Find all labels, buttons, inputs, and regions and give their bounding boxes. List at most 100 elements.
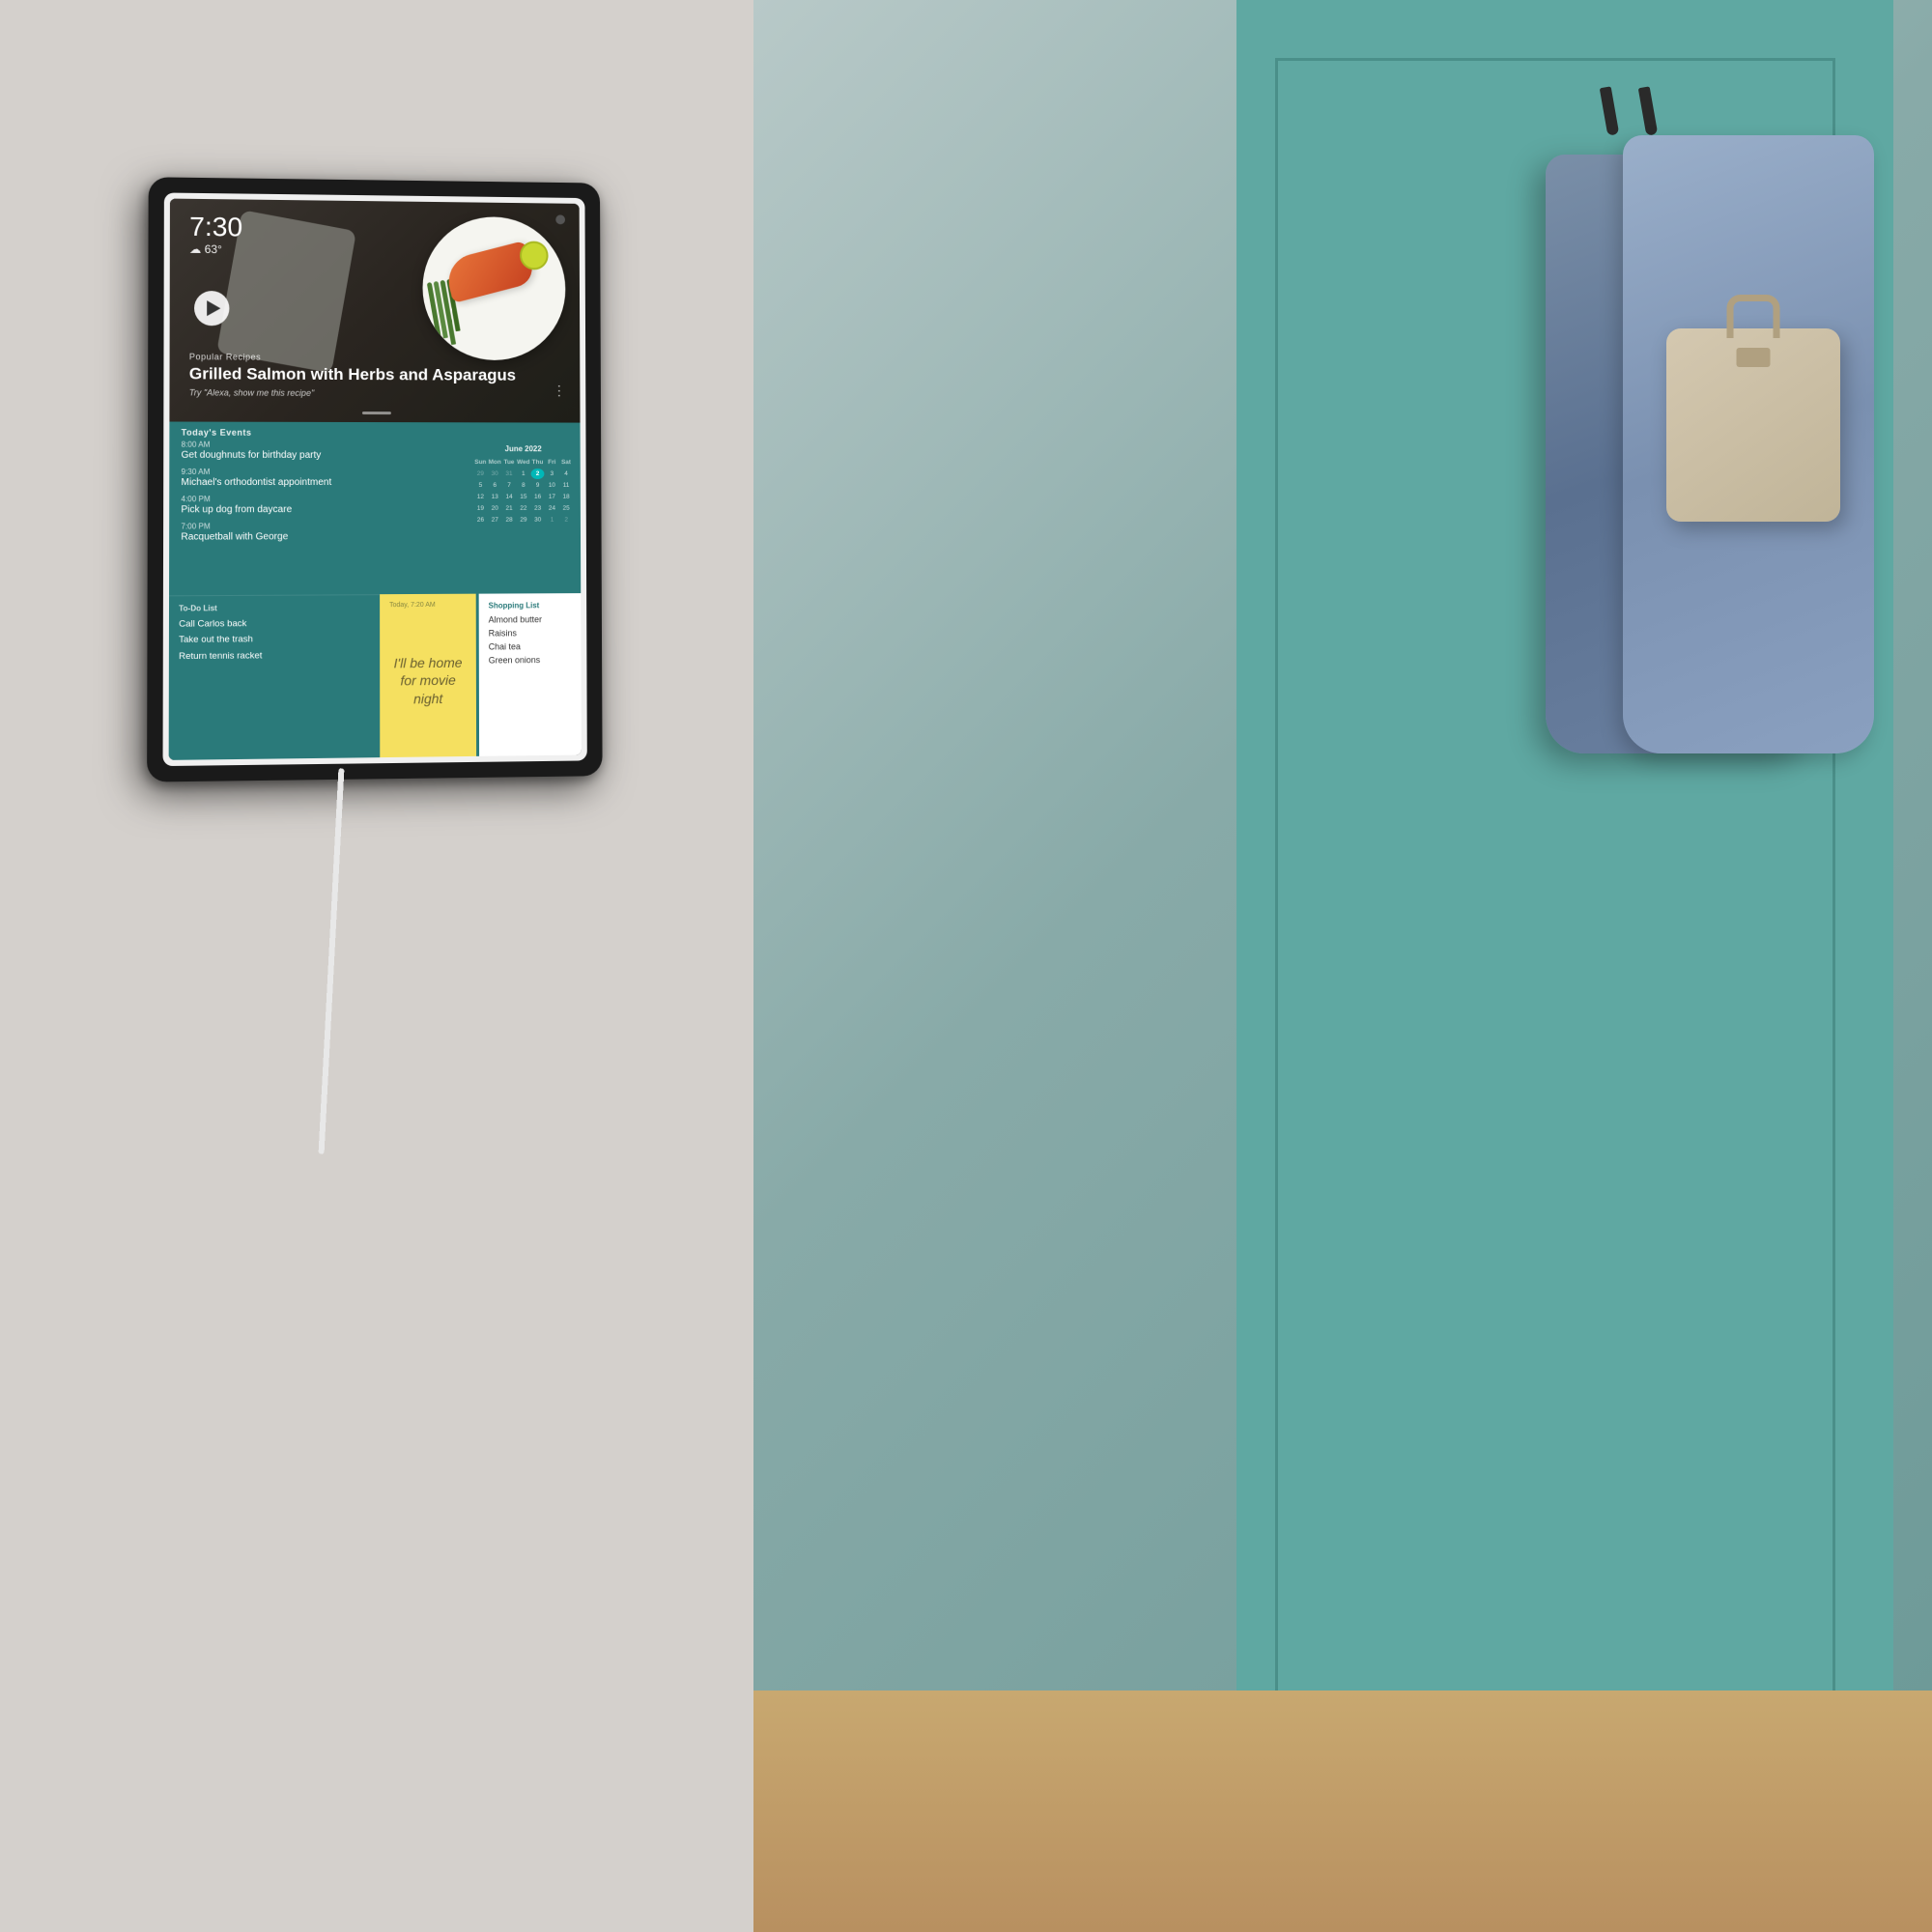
cal-day-30[interactable]: 30 xyxy=(531,515,545,526)
recipe-title: Grilled Salmon with Herbs and Asparagus xyxy=(189,364,516,385)
cal-day-5[interactable]: 5 xyxy=(473,480,487,491)
cal-header-sun: Sun xyxy=(473,457,487,468)
cal-header-wed: Wed xyxy=(517,457,530,468)
bag xyxy=(1666,328,1840,522)
note-timestamp: Today, 7:20 AM xyxy=(389,602,467,609)
cal-day-12[interactable]: 12 xyxy=(473,492,487,502)
event-item-2[interactable]: 9:30 AM Michael's orthodontist appointme… xyxy=(181,468,454,489)
event-time-4: 7:00 PM xyxy=(181,522,454,531)
cal-day-27[interactable]: 27 xyxy=(488,515,501,526)
floor xyxy=(753,1690,1932,1932)
calendar-month-label: June 2022 xyxy=(473,444,572,453)
cal-day-4[interactable]: 4 xyxy=(559,469,573,479)
play-icon xyxy=(207,300,220,316)
cal-day-29prev: 29 xyxy=(473,469,487,479)
cal-day-31prev: 31 xyxy=(502,469,516,479)
cal-day-15[interactable]: 15 xyxy=(517,492,530,502)
cal-day-13[interactable]: 13 xyxy=(488,492,501,502)
camera-indicator xyxy=(555,214,565,224)
event-name-2: Michael's orthodontist appointment xyxy=(181,477,454,489)
shopping-item-2[interactable]: Raisins xyxy=(489,628,572,639)
calendar-grid: Sun Mon Tue Wed Thu Fri Sat 29 30 xyxy=(473,457,573,526)
event-time-1: 8:00 AM xyxy=(182,440,455,449)
echo-show-device: 7:30 ☁ 63° Popular Recipes xyxy=(147,177,603,781)
cal-day-1next: 1 xyxy=(546,515,559,526)
events-content: 8:00 AM Get doughnuts for birthday party… xyxy=(169,440,581,596)
cal-day-25[interactable]: 25 xyxy=(559,503,573,514)
cal-day-14[interactable]: 14 xyxy=(502,492,516,502)
cal-day-2next: 2 xyxy=(559,515,573,526)
cal-header-mon: Mon xyxy=(488,457,501,468)
cal-day-22[interactable]: 22 xyxy=(517,503,530,514)
device-screen: 7:30 ☁ 63° Popular Recipes xyxy=(169,199,582,760)
event-time-3: 4:00 PM xyxy=(181,495,454,503)
shopping-list-widget[interactable]: Shopping List Almond butter Raisins Chai… xyxy=(476,593,582,756)
device-frame: 7:30 ☁ 63° Popular Recipes xyxy=(147,177,603,781)
wall-right xyxy=(753,0,1932,1932)
todo-widget[interactable]: To-Do List Call Carlos back Take out the… xyxy=(169,594,381,760)
cal-day-19[interactable]: 19 xyxy=(473,503,487,514)
events-section: Today's Events 8:00 AM Get doughnuts for… xyxy=(169,422,581,596)
cal-day-28[interactable]: 28 xyxy=(502,515,516,526)
play-button[interactable] xyxy=(194,291,229,326)
cal-day-17[interactable]: 17 xyxy=(545,492,558,502)
todo-item-2[interactable]: Take out the trash xyxy=(179,634,370,646)
cal-day-20[interactable]: 20 xyxy=(488,503,501,514)
event-item-3[interactable]: 4:00 PM Pick up dog from daycare xyxy=(181,495,454,516)
recipe-category: Popular Recipes xyxy=(189,352,516,363)
cal-day-18[interactable]: 18 xyxy=(559,492,573,502)
door-panel xyxy=(1236,0,1893,1932)
cal-header-thu: Thu xyxy=(531,457,545,468)
cal-day-8[interactable]: 8 xyxy=(517,480,530,491)
events-section-header: Today's Events xyxy=(169,422,580,441)
todo-widget-title: To-Do List xyxy=(179,603,370,612)
cal-day-24[interactable]: 24 xyxy=(546,503,559,514)
recipe-hero-section: 7:30 ☁ 63° Popular Recipes xyxy=(169,199,580,423)
mini-calendar: June 2022 Sun Mon Tue Wed Thu Fri Sat xyxy=(466,440,581,594)
cal-day-10[interactable]: 10 xyxy=(545,480,558,491)
clock: 7:30 xyxy=(189,213,242,242)
shopping-item-3[interactable]: Chai tea xyxy=(489,641,572,652)
cal-day-7[interactable]: 7 xyxy=(502,480,516,491)
cal-day-3[interactable]: 3 xyxy=(545,469,558,479)
cal-day-9[interactable]: 9 xyxy=(531,480,545,491)
device-bezel: 7:30 ☁ 63° Popular Recipes xyxy=(163,192,587,766)
cal-header-sat: Sat xyxy=(559,457,573,468)
event-item-1[interactable]: 8:00 AM Get doughnuts for birthday party xyxy=(182,440,455,462)
weather: ☁ 63° xyxy=(189,242,242,257)
cal-header-fri: Fri xyxy=(545,457,558,468)
plate-visual xyxy=(409,207,571,371)
recipe-hint: Try "Alexa, show me this recipe" xyxy=(189,387,516,398)
hook-left xyxy=(1600,86,1620,135)
note-content: I'll be home for movie night xyxy=(389,612,467,750)
cal-day-11[interactable]: 11 xyxy=(559,480,573,491)
time-weather-display: 7:30 ☁ 63° xyxy=(189,213,242,257)
event-name-1: Get doughnuts for birthday party xyxy=(182,450,455,462)
sticky-note-widget[interactable]: Today, 7:20 AM I'll be home for movie ni… xyxy=(380,594,476,757)
event-time-2: 9:30 AM xyxy=(182,468,455,476)
shopping-item-4[interactable]: Green onions xyxy=(489,655,572,666)
plate xyxy=(422,216,565,361)
bag-strap xyxy=(1727,295,1780,338)
scene: 7:30 ☁ 63° Popular Recipes xyxy=(0,0,1932,1932)
cal-day-26[interactable]: 26 xyxy=(474,515,488,526)
scroll-indicator xyxy=(362,412,391,414)
cal-day-21[interactable]: 21 xyxy=(502,503,516,514)
event-item-4[interactable]: 7:00 PM Racquetball with George xyxy=(181,522,454,544)
recipe-info: Popular Recipes Grilled Salmon with Herb… xyxy=(189,352,516,399)
todo-item-3[interactable]: Return tennis racket xyxy=(179,649,370,662)
todo-item-1[interactable]: Call Carlos back xyxy=(179,617,370,630)
cal-header-tue: Tue xyxy=(502,457,516,468)
recipe-more-icon[interactable]: ⋮ xyxy=(553,383,566,399)
cal-day-1[interactable]: 1 xyxy=(517,469,530,479)
event-name-3: Pick up dog from daycare xyxy=(181,504,454,516)
lemon-slice xyxy=(520,242,549,270)
cal-day-2[interactable]: 2 xyxy=(531,469,545,479)
cal-day-29[interactable]: 29 xyxy=(517,515,530,526)
cal-day-23[interactable]: 23 xyxy=(531,503,545,514)
cal-day-30prev: 30 xyxy=(488,469,501,479)
cal-day-16[interactable]: 16 xyxy=(531,492,545,502)
cal-day-6[interactable]: 6 xyxy=(488,480,501,491)
hook-right xyxy=(1638,86,1659,135)
shopping-item-1[interactable]: Almond butter xyxy=(489,614,572,625)
